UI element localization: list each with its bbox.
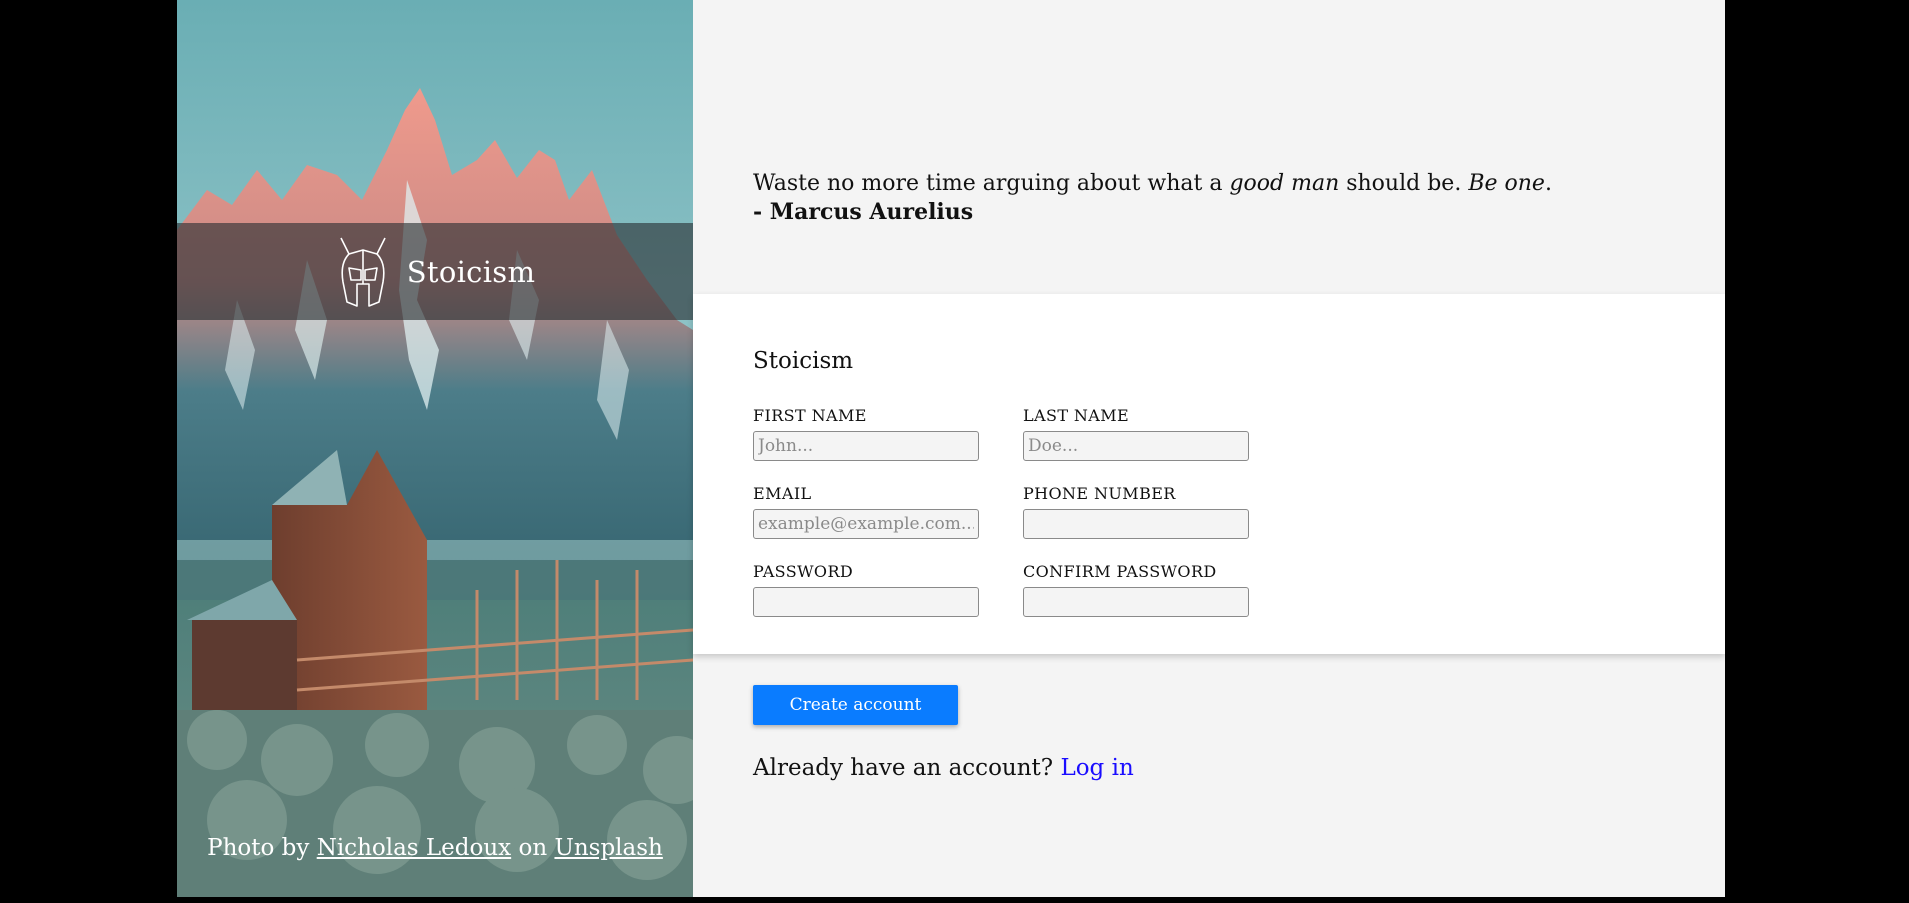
login-link[interactable]: Log in xyxy=(1060,755,1133,781)
password-input[interactable] xyxy=(753,587,979,617)
signup-form-card: Stoicism FIRST NAME LAST NAME EMAIL PHON… xyxy=(693,294,1725,654)
first-name-input[interactable] xyxy=(753,431,979,461)
confirm-password-label: CONFIRM PASSWORD xyxy=(1023,562,1217,581)
photo-credit-middle: on xyxy=(518,835,548,861)
first-name-label: FIRST NAME xyxy=(753,406,867,425)
password-label: PASSWORD xyxy=(753,562,854,581)
quote-author: - Marcus Aurelius xyxy=(753,199,974,225)
login-prompt: Already have an account? Log in xyxy=(753,755,1134,781)
first-name-field-group: FIRST NAME xyxy=(753,406,979,461)
hero-photo xyxy=(177,0,693,897)
signup-panel: Waste no more time arguing about what a … xyxy=(693,0,1725,897)
photo-credit-prefix: Photo by xyxy=(207,835,310,861)
email-field-group: EMAIL xyxy=(753,484,979,539)
confirm-password-input[interactable] xyxy=(1023,587,1249,617)
quote-block: Waste no more time arguing about what a … xyxy=(753,170,1552,226)
hero-image-panel: Stoicism Photo by Nicholas Ledoux on Uns… xyxy=(177,0,693,897)
email-label: EMAIL xyxy=(753,484,812,503)
email-input[interactable] xyxy=(753,509,979,539)
create-account-button[interactable]: Create account xyxy=(753,685,958,725)
last-name-field-group: LAST NAME xyxy=(1023,406,1249,461)
page-frame: Stoicism Photo by Nicholas Ledoux on Uns… xyxy=(177,0,1725,897)
password-field-group: PASSWORD xyxy=(753,562,979,617)
phone-input[interactable] xyxy=(1023,509,1249,539)
photo-credit: Photo by Nicholas Ledoux on Unsplash xyxy=(177,835,693,861)
confirm-password-field-group: CONFIRM PASSWORD xyxy=(1023,562,1249,617)
last-name-label: LAST NAME xyxy=(1023,406,1130,425)
brand-name: Stoicism xyxy=(406,254,536,289)
unsplash-link[interactable]: Unsplash xyxy=(554,835,662,861)
quote-text: Waste no more time arguing about what a … xyxy=(753,171,1552,196)
phone-field-group: PHONE NUMBER xyxy=(1023,484,1249,539)
brand-bar: Stoicism xyxy=(177,223,693,320)
photo-author-link[interactable]: Nicholas Ledoux xyxy=(317,835,511,861)
form-title: Stoicism xyxy=(753,348,854,374)
last-name-input[interactable] xyxy=(1023,431,1249,461)
login-prompt-text: Already have an account? xyxy=(753,755,1054,781)
phone-label: PHONE NUMBER xyxy=(1023,484,1176,503)
spartan-helmet-icon xyxy=(340,237,386,307)
